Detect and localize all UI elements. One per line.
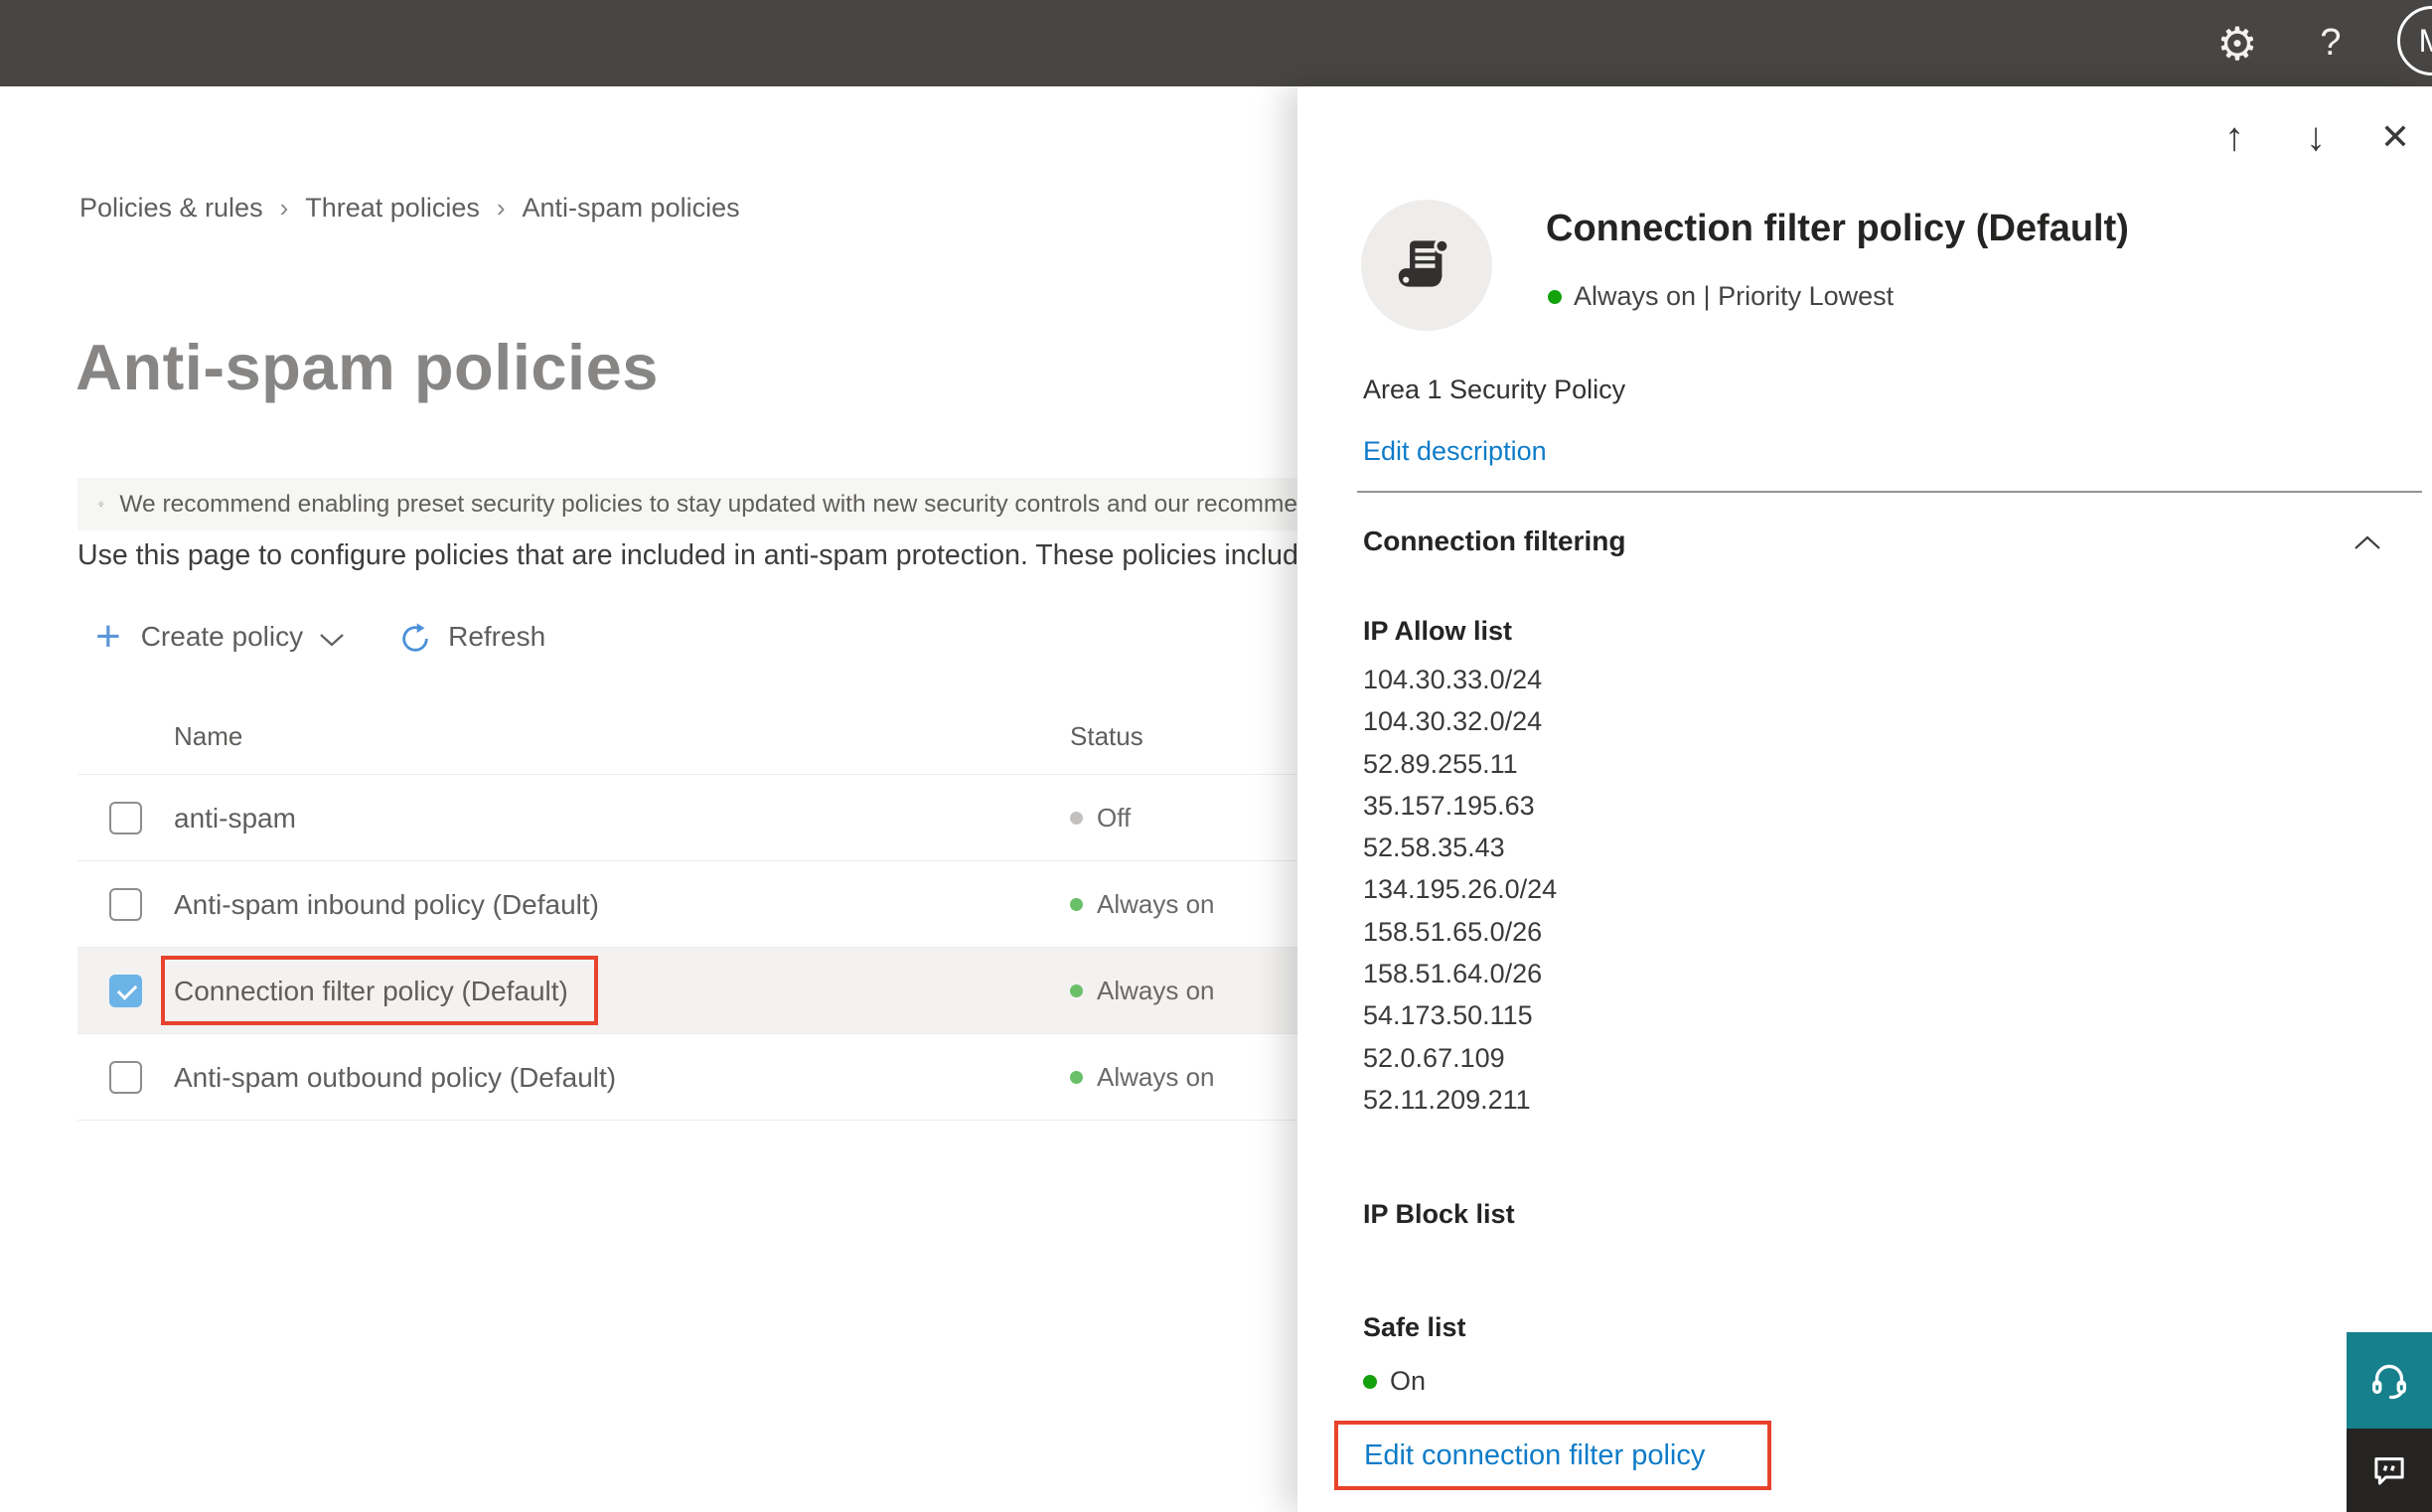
settings-gear-icon[interactable]: ⚙ bbox=[2207, 0, 2267, 86]
status-dot bbox=[1548, 289, 1562, 304]
column-header-status[interactable]: Status bbox=[1070, 721, 1143, 752]
policy-description: Area 1 Security Policy bbox=[1363, 375, 1626, 404]
ip-address: 52.89.255.11 bbox=[1363, 748, 1518, 779]
ip-address: 52.0.67.109 bbox=[1363, 1042, 1505, 1073]
recommendation-banner: We recommend enabling preset security po… bbox=[77, 478, 1297, 530]
screen: ⚙ ? M Policies & rules › Threat policies… bbox=[0, 0, 2432, 1512]
breadcrumb: Policies & rules › Threat policies › Ant… bbox=[79, 193, 740, 224]
divider bbox=[1357, 491, 2422, 493]
safe-list-status: On bbox=[1363, 1366, 1426, 1397]
edit-description-link[interactable]: Edit description bbox=[1363, 436, 1547, 467]
status-label: Always on bbox=[1097, 976, 1215, 1005]
policy-scroll-icon bbox=[1361, 200, 1492, 331]
breadcrumb-threat-policies[interactable]: Threat policies bbox=[305, 193, 480, 224]
status-label: Always on bbox=[1097, 889, 1215, 919]
refresh-button[interactable]: Refresh bbox=[345, 618, 545, 656]
row-checkbox[interactable] bbox=[109, 802, 142, 834]
previous-item-arrow-icon[interactable]: ↑ bbox=[2211, 114, 2257, 160]
account-avatar[interactable]: M bbox=[2397, 6, 2432, 76]
safe-list-status-label: On bbox=[1390, 1366, 1427, 1396]
plus-icon: + bbox=[95, 612, 121, 661]
policy-details-flyout: ↑ ↓ ✕ Connection filter policy (Default)… bbox=[1297, 86, 2432, 1512]
ip-address: 52.58.35.43 bbox=[1363, 832, 1505, 863]
table-row[interactable]: Connection filter policy (Default) Alway… bbox=[77, 948, 1297, 1034]
feedback-button[interactable] bbox=[2347, 1429, 2432, 1512]
policy-status: Always on bbox=[1070, 861, 1215, 948]
close-icon[interactable]: ✕ bbox=[2372, 114, 2418, 160]
safe-list-label: Safe list bbox=[1363, 1312, 1466, 1342]
row-checkbox[interactable] bbox=[109, 975, 142, 1007]
row-checkbox[interactable] bbox=[109, 888, 142, 921]
status-dot bbox=[1070, 984, 1083, 997]
feedback-chat-icon bbox=[2374, 1457, 2404, 1485]
flyout-title: Connection filter policy (Default) bbox=[1546, 208, 2129, 249]
policy-name[interactable]: Anti-spam outbound policy (Default) bbox=[174, 1034, 616, 1121]
top-app-bar: ⚙ ? M bbox=[0, 0, 2432, 86]
policy-name[interactable]: anti-spam bbox=[174, 775, 296, 861]
ip-address: 104.30.33.0/24 bbox=[1363, 665, 1543, 694]
banner-text: We recommend enabling preset security po… bbox=[119, 490, 1297, 518]
status-dot bbox=[1070, 898, 1083, 911]
ip-allow-list: 104.30.33.0/24 104.30.32.0/24 52.89.255.… bbox=[1363, 659, 1557, 1121]
next-item-arrow-icon[interactable]: ↓ bbox=[2293, 114, 2339, 160]
policy-name[interactable]: Connection filter policy (Default) bbox=[174, 948, 568, 1034]
breadcrumb-anti-spam-policies: Anti-spam policies bbox=[522, 193, 740, 223]
breadcrumb-policies-rules[interactable]: Policies & rules bbox=[79, 193, 263, 224]
column-header-name[interactable]: Name bbox=[174, 721, 242, 752]
headset-icon bbox=[2372, 1364, 2406, 1399]
table-row[interactable]: Anti-spam inbound policy (Default) Alway… bbox=[77, 861, 1297, 948]
table-row[interactable]: Anti-spam outbound policy (Default) Alwa… bbox=[77, 1034, 1297, 1121]
create-policy-button[interactable]: + Create policy bbox=[95, 615, 345, 659]
edit-connection-filter-policy-link[interactable]: Edit connection filter policy bbox=[1364, 1439, 1705, 1472]
ip-address: 35.157.195.63 bbox=[1363, 790, 1535, 821]
status-dot bbox=[1363, 1374, 1377, 1389]
status-label: Always on bbox=[1097, 1062, 1215, 1092]
ip-address: 158.51.64.0/26 bbox=[1363, 959, 1543, 989]
refresh-label: Refresh bbox=[448, 621, 546, 652]
table-header: Name Status bbox=[77, 695, 1297, 775]
page-title: Anti-spam policies bbox=[76, 331, 659, 403]
status-dot bbox=[1070, 1071, 1083, 1084]
section-header-connection-filtering[interactable]: Connection filtering bbox=[1363, 526, 2396, 557]
policies-table: Name Status anti-spam Off Anti-spam inbo… bbox=[77, 695, 1297, 1121]
ip-block-list-label: IP Block list bbox=[1363, 1199, 1515, 1229]
ip-address: 52.11.209.211 bbox=[1363, 1084, 1531, 1115]
list-toolbar: + Create policy Refresh bbox=[95, 612, 545, 662]
row-checkbox[interactable] bbox=[109, 1061, 142, 1094]
policy-status: Off bbox=[1070, 775, 1131, 861]
policy-status: Always on bbox=[1070, 1034, 1215, 1121]
ip-allow-list-label: IP Allow list bbox=[1363, 616, 1513, 646]
refresh-icon bbox=[402, 623, 428, 652]
flyout-status: Always on | Priority Lowest bbox=[1548, 281, 1894, 312]
policy-name[interactable]: Anti-spam inbound policy (Default) bbox=[174, 861, 599, 948]
help-icon[interactable]: ? bbox=[2303, 0, 2358, 86]
lightbulb-icon bbox=[97, 500, 104, 507]
support-button[interactable] bbox=[2347, 1332, 2432, 1429]
breadcrumb-separator-icon: › bbox=[279, 193, 289, 223]
ip-address: 158.51.65.0/26 bbox=[1363, 916, 1543, 947]
chevron-down-icon bbox=[320, 634, 344, 647]
breadcrumb-separator-icon: › bbox=[496, 193, 506, 223]
chevron-up-icon[interactable] bbox=[2353, 533, 2382, 551]
status-label: Off bbox=[1097, 803, 1132, 832]
policy-status: Always on bbox=[1070, 948, 1215, 1034]
page-description: Use this page to configure policies that… bbox=[77, 539, 1297, 571]
flyout-status-label: Always on | Priority Lowest bbox=[1574, 281, 1895, 311]
create-policy-label: Create policy bbox=[140, 621, 304, 652]
ip-address: 134.195.26.0/24 bbox=[1363, 874, 1558, 905]
ip-address: 54.173.50.115 bbox=[1363, 1000, 1533, 1031]
table-row[interactable]: anti-spam Off bbox=[77, 775, 1297, 861]
status-dot bbox=[1070, 812, 1083, 825]
ip-address: 104.30.32.0/24 bbox=[1363, 706, 1543, 737]
